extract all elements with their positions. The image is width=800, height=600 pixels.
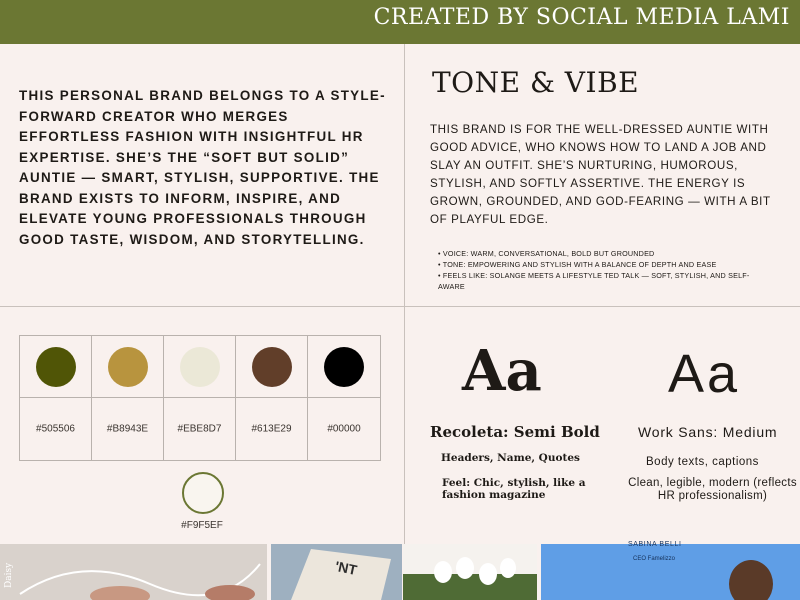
- photo-nails-caption: Daisy: [4, 562, 14, 588]
- color-hex-extra: #F9F5EF: [181, 520, 223, 531]
- serif-font-sample: Aa: [462, 338, 542, 404]
- tone-bullet-voice: • VOICE: WARM, CONVERSATIONAL, BOLD BUT …: [438, 249, 655, 258]
- palette-label-cell-5: #00000: [308, 398, 380, 460]
- color-swatch-3: [179, 346, 220, 387]
- header-title: CREATED BY SOCIAL MEDIA LAMI: [373, 5, 790, 30]
- sans-font-sample: Aa: [668, 344, 741, 404]
- palette-label-cell-2: #B8943E: [92, 398, 164, 460]
- palette-cell-1: [20, 336, 92, 398]
- color-hex-3: #EBE8D7: [177, 423, 222, 435]
- palette-label-cell-4: #613E29: [236, 398, 308, 460]
- color-swatch-2: [107, 346, 148, 387]
- photo-tulips: [403, 544, 537, 600]
- palette-label-cell-1: #505506: [20, 398, 92, 460]
- color-palette-grid: #505506 #B8943E #EBE8D7 #613E29 #00000: [19, 335, 381, 461]
- sans-font-usage: Body texts, captions: [646, 456, 759, 468]
- tone-paragraph: THIS BRAND IS FOR THE WELL-DRESSED AUNTI…: [430, 123, 771, 226]
- serif-font-feel: Feel: Chic, stylish, like a fashion maga…: [442, 477, 586, 501]
- color-swatch-5: [324, 346, 364, 387]
- photo-nails: Daisy: [0, 544, 267, 600]
- photo-profile-role: CEO Famelizzo: [633, 556, 676, 562]
- brand-intro-text: THIS PERSONAL BRAND BELONGS TO A STYLE-F…: [19, 88, 386, 247]
- palette-cell-2: [92, 336, 164, 398]
- tone-bullet-tone: • TONE: EMPOWERING AND STYLISH WITH A BA…: [438, 260, 717, 269]
- serif-font-usage: Headers, Name, Quotes: [441, 452, 580, 464]
- tone-bullet-feels: • FEELS LIKE: SOLANGE MEETS A LIFESTYLE …: [438, 271, 750, 291]
- palette-cell-3: [164, 336, 236, 398]
- header-banner: CREATED BY SOCIAL MEDIA LAMI: [0, 0, 800, 44]
- sans-font-name: Work Sans: Medium: [638, 424, 778, 440]
- photo-profile-name: SABINA BELLI: [628, 541, 682, 548]
- photo-profile: [541, 544, 800, 600]
- color-hex-5: #00000: [327, 423, 361, 435]
- horizontal-divider: [0, 306, 800, 307]
- sans-font-feel: Clean, legible, modern (reflects HR prof…: [628, 477, 797, 502]
- tone-bullets: • VOICE: WARM, CONVERSATIONAL, BOLD BUT …: [434, 248, 764, 292]
- color-hex-1: #505506: [36, 423, 75, 435]
- photo-tulips-art: [403, 557, 537, 600]
- color-swatch-extra: [182, 472, 224, 514]
- photo-profile-art: [729, 560, 773, 600]
- tone-title: TONE & VIBE: [432, 66, 640, 99]
- vertical-divider: [404, 44, 405, 544]
- palette-cell-4: [236, 336, 308, 398]
- color-swatch-4: [251, 346, 292, 387]
- palette-cell-5: [308, 336, 380, 398]
- serif-font-name: Recoleta: Semi Bold: [430, 423, 600, 441]
- palette-label-cell-3: #EBE8D7: [164, 398, 236, 460]
- color-swatch-1: [35, 346, 76, 387]
- color-hex-4: #613E29: [251, 423, 292, 435]
- color-hex-2: #B8943E: [106, 423, 149, 435]
- photo-nails-art: [19, 563, 261, 600]
